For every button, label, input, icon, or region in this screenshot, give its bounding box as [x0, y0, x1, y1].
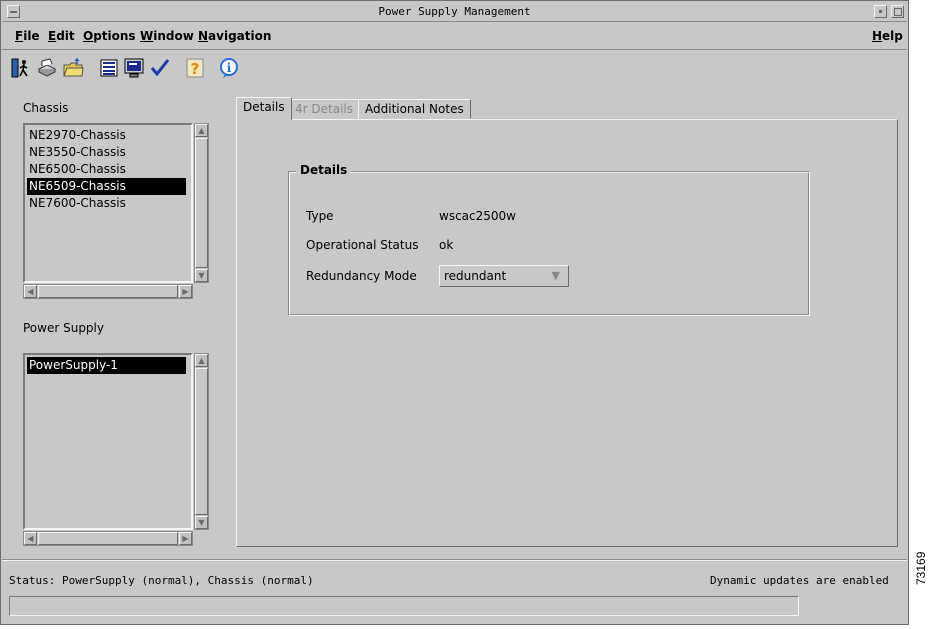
help-icon[interactable]: ?: [183, 56, 207, 80]
menu-navigation[interactable]: Navigation: [198, 29, 271, 43]
chassis-items: NE2970-Chassis NE3550-Chassis NE6500-Chass…: [27, 127, 186, 212]
scroll-left-arrow-icon[interactable]: ◀: [24, 532, 37, 545]
list-item[interactable]: NE2970-Chassis: [27, 127, 186, 144]
power-supply-list[interactable]: PowerSupply-1: [23, 353, 193, 530]
operational-status-value: ok: [439, 238, 454, 252]
check-icon[interactable]: [148, 56, 172, 80]
progress-bar: [9, 596, 799, 616]
redundancy-mode-value: redundant: [444, 269, 507, 283]
scroll-up-arrow-icon[interactable]: ▲: [195, 354, 208, 367]
status-text: Status: PowerSupply (normal), Chassis (n…: [9, 574, 314, 587]
menu-edit[interactable]: Edit: [48, 29, 75, 43]
dynamic-updates-text: Dynamic updates are enabled: [710, 574, 889, 587]
monitor-icon[interactable]: [122, 56, 146, 80]
menu-bar: File Edit Options Window Navigation Help: [2, 24, 907, 50]
menu-options-mnemonic: O: [83, 29, 94, 43]
menu-navigation-label: avigation: [208, 29, 272, 43]
menu-edit-label: dit: [56, 29, 75, 43]
details-group-title: Details: [296, 163, 352, 177]
power-supply-vscrollbar[interactable]: ▲ ▼: [194, 353, 209, 530]
redundancy-mode-label: Redundancy Mode: [306, 269, 417, 283]
chevron-down-icon: ▼: [551, 269, 560, 282]
menu-window-mnemonic: W: [140, 29, 154, 43]
menu-help-mnemonic: H: [872, 29, 883, 43]
list-icon[interactable]: [97, 56, 121, 80]
list-item[interactable]: NE3550-Chassis: [27, 144, 186, 161]
menu-help[interactable]: Help: [872, 29, 903, 43]
list-item[interactable]: NE7600-Chassis: [27, 195, 186, 212]
maximize-button[interactable]: [891, 5, 904, 18]
scroll-thumb[interactable]: [195, 368, 208, 515]
menu-window[interactable]: Window: [140, 29, 194, 43]
list-item[interactable]: NE6509-Chassis: [27, 178, 186, 195]
window-title: Power Supply Management: [378, 5, 531, 18]
scroll-thumb[interactable]: [195, 138, 208, 268]
scroll-thumb[interactable]: [38, 532, 178, 545]
menu-file-label: ile: [23, 29, 40, 43]
chassis-vscrollbar[interactable]: ▲ ▼: [194, 123, 209, 283]
chassis-label: Chassis: [23, 101, 69, 115]
scroll-down-arrow-icon[interactable]: ▼: [195, 516, 208, 529]
scroll-up-arrow-icon[interactable]: ▲: [195, 124, 208, 137]
main-window: Power Supply Management File Edit Option…: [0, 0, 909, 625]
scroll-right-arrow-icon[interactable]: ▶: [179, 532, 192, 545]
status-separator: [2, 559, 907, 561]
menu-help-label: elp: [882, 29, 903, 43]
print-icon[interactable]: [35, 56, 59, 80]
tab-details[interactable]: Details: [236, 97, 292, 120]
power-supply-label: Power Supply: [23, 321, 104, 335]
power-supply-items: PowerSupply-1: [27, 357, 186, 374]
menu-options-label: ptions: [93, 29, 136, 43]
scroll-right-arrow-icon[interactable]: ▶: [179, 285, 192, 298]
scroll-left-arrow-icon[interactable]: ◀: [24, 285, 37, 298]
chassis-list[interactable]: NE2970-Chassis NE3550-Chassis NE6500-Chass…: [23, 123, 193, 283]
help-icon-glyph: ?: [191, 60, 200, 78]
info-icon[interactable]: i: [217, 56, 241, 80]
title-bar: Power Supply Management: [2, 2, 907, 22]
type-label: Type: [306, 209, 334, 223]
exit-icon[interactable]: [9, 56, 33, 80]
menu-window-label: indow: [153, 29, 194, 43]
list-item[interactable]: NE6500-Chassis: [27, 161, 186, 178]
menu-file[interactable]: File: [15, 29, 40, 43]
redundancy-mode-select[interactable]: redundant ▼: [439, 265, 569, 287]
tab-additional-notes[interactable]: Additional Notes: [358, 99, 471, 119]
info-icon-glyph: i: [227, 61, 232, 75]
type-value: wscac2500w: [439, 209, 516, 223]
power-supply-hscrollbar[interactable]: ◀ ▶: [23, 531, 193, 546]
menu-file-mnemonic: F: [15, 29, 24, 43]
tab-4r-details: 4r Details: [288, 99, 360, 119]
figure-id: 73169: [914, 551, 928, 585]
toolbar: ? i: [9, 56, 269, 82]
menu-edit-mnemonic: E: [48, 29, 57, 43]
chassis-hscrollbar[interactable]: ◀ ▶: [23, 284, 193, 299]
minimize-button[interactable]: [874, 5, 887, 18]
scroll-thumb[interactable]: [38, 285, 178, 298]
scroll-down-arrow-icon[interactable]: ▼: [195, 269, 208, 282]
list-item[interactable]: PowerSupply-1: [27, 357, 186, 374]
operational-status-label: Operational Status: [306, 238, 419, 252]
menu-navigation-mnemonic: N: [198, 29, 209, 43]
menu-options[interactable]: Options: [83, 29, 136, 43]
open-folder-icon[interactable]: [61, 56, 85, 80]
